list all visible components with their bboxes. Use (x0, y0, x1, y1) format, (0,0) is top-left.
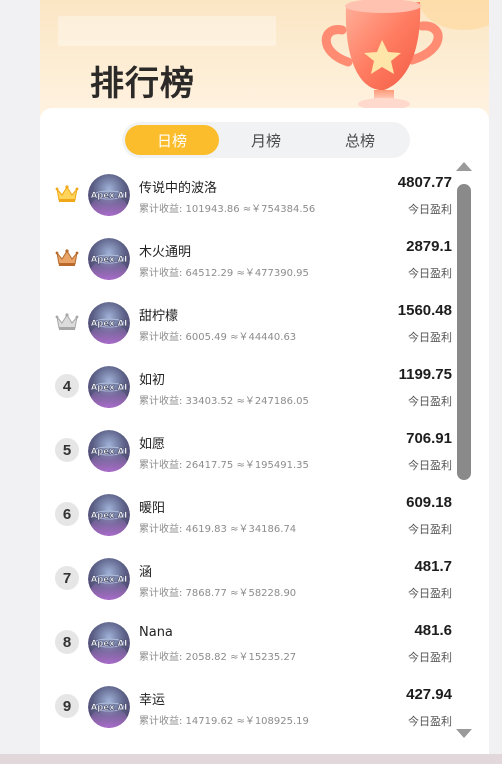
avatar-logo-text: Apex AI (91, 511, 128, 521)
bronze-crown-icon (54, 245, 80, 271)
cumulative-earnings: 累计收益: 7868.77 ≈￥58228.90 (139, 588, 297, 599)
ranking-row[interactable]: Apex AI 甜柠檬累计收益: 6005.49 ≈￥44440.63 1560.4… (40, 290, 489, 354)
avatar-logo-text: Apex AI (91, 255, 128, 265)
today-profit-value: 2879.1 (406, 238, 452, 255)
scroll-up-arrow-icon[interactable] (456, 162, 472, 171)
avatar[interactable]: Apex AI (88, 494, 130, 536)
user-name: 幸运 (139, 693, 166, 708)
period-tabs: 日榜 月榜 总榜 (122, 122, 410, 158)
silver-crown-icon (54, 309, 80, 335)
today-profit-label: 今日盈利 (408, 587, 452, 600)
today-profit-label: 今日盈利 (408, 331, 452, 344)
avatar-logo-text: Apex AI (91, 639, 128, 649)
today-profit-value: 706.91 (406, 430, 452, 447)
tab-monthly[interactable]: 月榜 (219, 125, 313, 155)
user-name: 木火通明 (139, 245, 192, 260)
rank-badge: 5 (54, 437, 80, 463)
banner-glare (58, 16, 276, 46)
avatar[interactable]: Apex AI (88, 302, 130, 344)
ranking-row[interactable]: Apex AI 木火通明累计收益: 64512.29 ≈￥477390.95 287… (40, 226, 489, 290)
rank-badge: 9 (54, 693, 80, 719)
scroll-down-arrow-icon[interactable] (456, 729, 472, 738)
today-profit-label: 今日盈利 (408, 523, 452, 536)
today-profit-label: 今日盈利 (408, 395, 452, 408)
rank-number: 7 (55, 566, 79, 590)
scrollbar[interactable] (454, 162, 474, 738)
user-name: 涵 (139, 565, 153, 580)
app-window: 排行榜 日榜 月榜 总榜 Apex AI 传说中的波洛 累计收益: 101943… (40, 0, 489, 754)
rank-badge: 6 (54, 501, 80, 527)
avatar[interactable]: Apex AI (88, 686, 130, 728)
tab-daily[interactable]: 日榜 (125, 125, 219, 155)
user-name: 如愿 (139, 437, 166, 452)
user-name: Nana (139, 625, 173, 640)
ranking-row[interactable]: 8 Apex AI Nana 累计收益: 2058.82 ≈￥15235.27 481.… (40, 610, 489, 674)
avatar-logo-text: Apex AI (91, 447, 128, 457)
today-profit-value: 4807.77 (397, 174, 452, 191)
rank-badge: 4 (54, 373, 80, 399)
today-profit-value: 1560.48 (397, 302, 452, 319)
today-profit-value: 609.18 (406, 494, 452, 511)
cumulative-earnings: 累计收益: 4619.83 ≈￥34186.74 (139, 524, 297, 535)
ranking-row[interactable]: 9 Apex AI 幸运累计收益: 14719.62 ≈￥108925.19 427.… (40, 674, 489, 738)
today-profit-label: 今日盈利 (408, 651, 452, 664)
today-profit-value: 481.6 (414, 622, 452, 639)
user-name: 甜柠檬 (139, 309, 179, 324)
avatar[interactable]: Apex AI (88, 558, 130, 600)
rank-number: 4 (55, 374, 79, 398)
today-profit-label: 今日盈利 (408, 459, 452, 472)
rank-number: 6 (55, 502, 79, 526)
scrollbar-thumb[interactable] (457, 184, 471, 480)
today-profit-label: 今日盈利 (408, 267, 452, 280)
rank-number: 8 (55, 630, 79, 654)
avatar-logo-text: Apex AI (91, 703, 128, 713)
bottom-strip (0, 754, 502, 764)
ranking-panel: 日榜 月榜 总榜 Apex AI 传说中的波洛累计收益: 101943.86 ≈￥… (40, 108, 489, 754)
avatar-logo-text: Apex AI (91, 191, 128, 201)
rank-number: 5 (55, 438, 79, 462)
avatar-logo-text: Apex AI (91, 383, 128, 393)
trophy-icon (321, 0, 443, 110)
cumulative-earnings: 累计收益: 6005.49 ≈￥44440.63 (139, 332, 297, 343)
rank-badge: 8 (54, 629, 80, 655)
cumulative-earnings: 累计收益: 26417.75 ≈￥195491.35 (139, 460, 309, 471)
avatar[interactable]: Apex AI (88, 430, 130, 472)
today-profit-value: 427.94 (406, 686, 452, 703)
rank-number: 9 (55, 694, 79, 718)
today-profit-value: 481.7 (414, 558, 452, 575)
ranking-row[interactable]: 5 Apex AI 如愿累计收益: 26417.75 ≈￥195491.35 706.… (40, 418, 489, 482)
ranking-row[interactable]: 4 Apex AI 如初累计收益: 33403.52 ≈￥247186.05 1199… (40, 354, 489, 418)
avatar[interactable]: Apex AI (88, 174, 130, 216)
gold-crown-icon (54, 181, 80, 207)
cumulative-earnings: 累计收益: 2058.82 ≈￥15235.27 (139, 652, 297, 663)
cumulative-earnings: 累计收益: 64512.29 ≈￥477390.95 (139, 268, 309, 279)
user-name: 暖阳 (139, 501, 166, 516)
user-name: 如初 (139, 373, 166, 388)
ranking-row[interactable]: Apex AI 传说中的波洛累计收益: 101943.86 ≈￥754384.56… (40, 162, 489, 226)
avatar-logo-text: Apex AI (91, 319, 128, 329)
today-profit-value: 1199.75 (398, 366, 452, 383)
tab-total[interactable]: 总榜 (313, 125, 407, 155)
ranking-row[interactable]: 6 Apex AI 暖阳累计收益: 4619.83 ≈￥34186.74 609.18… (40, 482, 489, 546)
user-name: 传说中的波洛 (139, 181, 218, 196)
avatar-logo-text: Apex AI (91, 575, 128, 585)
cumulative-earnings: 累计收益: 101943.86 ≈￥754384.56 (139, 204, 316, 215)
today-profit-label: 今日盈利 (408, 203, 452, 216)
cumulative-earnings: 累计收益: 33403.52 ≈￥247186.05 (139, 396, 309, 407)
rank-badge: 7 (54, 565, 80, 591)
page-title: 排行榜 (90, 64, 195, 104)
today-profit-label: 今日盈利 (408, 715, 452, 728)
avatar[interactable]: Apex AI (88, 622, 130, 664)
cumulative-earnings: 累计收益: 14719.62 ≈￥108925.19 (139, 716, 309, 727)
avatar[interactable]: Apex AI (88, 366, 130, 408)
avatar[interactable]: Apex AI (88, 238, 130, 280)
ranking-row[interactable]: 7 Apex AI 涵累计收益: 7868.77 ≈￥58228.90 481.7 今日… (40, 546, 489, 610)
